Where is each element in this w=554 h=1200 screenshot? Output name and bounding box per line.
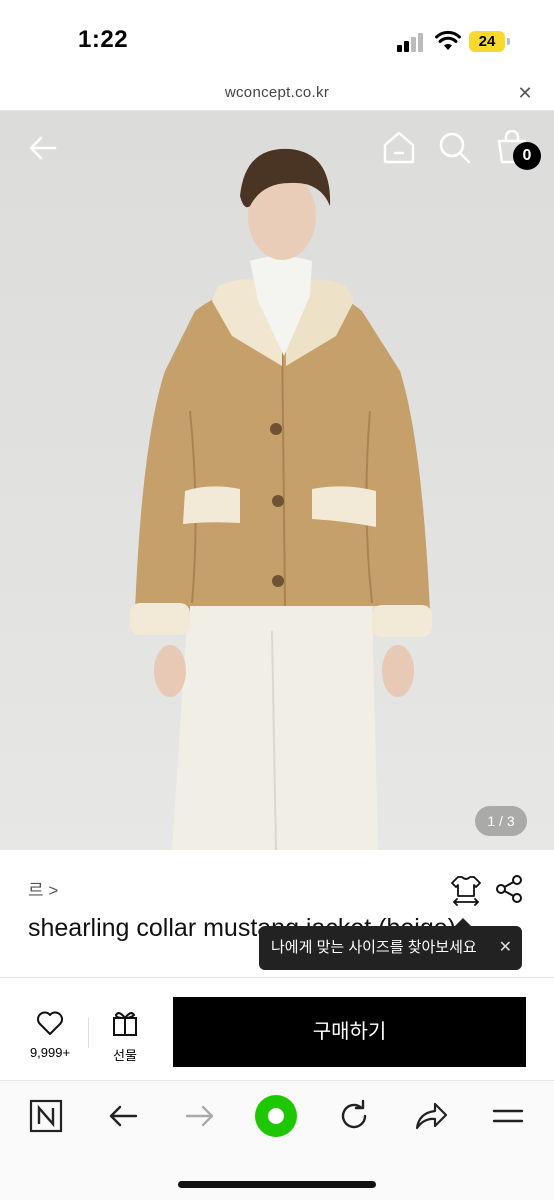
divider — [88, 1018, 89, 1048]
home-indicator[interactable] — [178, 1181, 376, 1188]
buy-button[interactable]: 구매하기 — [173, 997, 526, 1067]
url-bar[interactable]: wconcept.co.kr ✕ — [0, 80, 554, 111]
size-guide-icon[interactable] — [450, 874, 482, 906]
wishlist-button[interactable]: 9,999+ — [22, 1010, 78, 1060]
menu-icon[interactable] — [488, 1096, 528, 1136]
image-pager: 1 / 3 — [475, 806, 527, 836]
wifi-icon — [435, 30, 461, 50]
close-icon[interactable]: ✕ — [514, 82, 536, 104]
size-tooltip: 나에게 맞는 사이즈를 찾아보세요 ✕ — [259, 918, 522, 970]
cellular-signal-icon — [397, 33, 423, 52]
url-domain[interactable]: wconcept.co.kr — [0, 84, 554, 101]
wishlist-count: 9,999+ — [29, 1045, 71, 1060]
heart-icon[interactable] — [36, 1010, 64, 1036]
status-bar: 1:22 24 — [0, 0, 554, 80]
brand-breadcrumb[interactable]: 르 > — [28, 876, 58, 901]
browser-share-icon[interactable] — [411, 1096, 451, 1136]
status-time: 1:22 — [78, 26, 129, 53]
naver-n-icon[interactable] — [26, 1096, 66, 1136]
back-arrow-icon[interactable] — [23, 128, 63, 168]
battery-level: 24 — [469, 31, 505, 52]
search-icon[interactable] — [434, 127, 474, 167]
size-tooltip-text: 나에게 맞는 사이즈를 찾아보세요 — [271, 939, 477, 956]
gift-button[interactable]: 선물 — [104, 1010, 146, 1064]
product-image[interactable] — [0, 111, 554, 850]
green-dot-icon[interactable] — [254, 1094, 298, 1138]
share-icon[interactable] — [494, 874, 524, 904]
gift-label: 선물 — [113, 1048, 137, 1063]
divider — [0, 977, 554, 978]
close-icon[interactable]: ✕ — [499, 926, 512, 970]
forward-arrow-icon[interactable] — [180, 1096, 220, 1136]
reload-icon[interactable] — [334, 1096, 374, 1136]
cart-count-badge[interactable]: 0 — [513, 142, 541, 170]
home-icon[interactable] — [379, 128, 419, 168]
battery-tip — [507, 38, 510, 45]
back-arrow-icon[interactable] — [103, 1096, 143, 1136]
gift-icon[interactable] — [111, 1010, 139, 1036]
product-photo — [130, 148, 432, 850]
